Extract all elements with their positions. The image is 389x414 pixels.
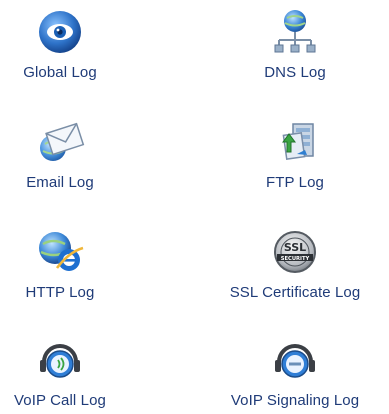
eye-globe-icon (34, 6, 86, 58)
tile-label: HTTP Log (25, 284, 95, 301)
svg-text:SECURITY: SECURITY (281, 256, 310, 262)
headset-call-icon (34, 334, 86, 386)
ftp-server-icon (269, 116, 321, 168)
tile-label: FTP Log (266, 174, 324, 191)
voip-signaling-log-tile[interactable]: VoIP Signaling Log (205, 334, 385, 414)
tile-label: SSL Certificate Log (229, 284, 361, 301)
tile-label: VoIP Signaling Log (230, 392, 360, 409)
global-log-tile[interactable]: Global Log (0, 6, 150, 98)
envelope-globe-icon (34, 116, 86, 168)
tile-label: DNS Log (264, 64, 326, 81)
log-type-grid: Global Log DNS Log Email Log FTP Log HTT… (0, 0, 389, 414)
headset-signaling-icon (269, 334, 321, 386)
ssl-certificate-log-tile[interactable]: SSL SECURITY SSL Certificate Log (205, 226, 385, 318)
dns-log-tile[interactable]: DNS Log (205, 6, 385, 98)
tile-label: VoIP Call Log (14, 392, 106, 409)
http-log-tile[interactable]: HTTP Log (0, 226, 150, 318)
ie-globe-icon (34, 226, 86, 278)
tile-label: Email Log (26, 174, 94, 191)
ssl-security-badge-icon: SSL SECURITY (269, 226, 321, 278)
voip-call-log-tile[interactable]: VoIP Call Log (0, 334, 150, 414)
email-log-tile[interactable]: Email Log (0, 116, 150, 208)
tile-label: Global Log (23, 64, 97, 81)
network-globe-icon (269, 6, 321, 58)
svg-text:SSL: SSL (284, 241, 306, 254)
ftp-log-tile[interactable]: FTP Log (205, 116, 385, 208)
